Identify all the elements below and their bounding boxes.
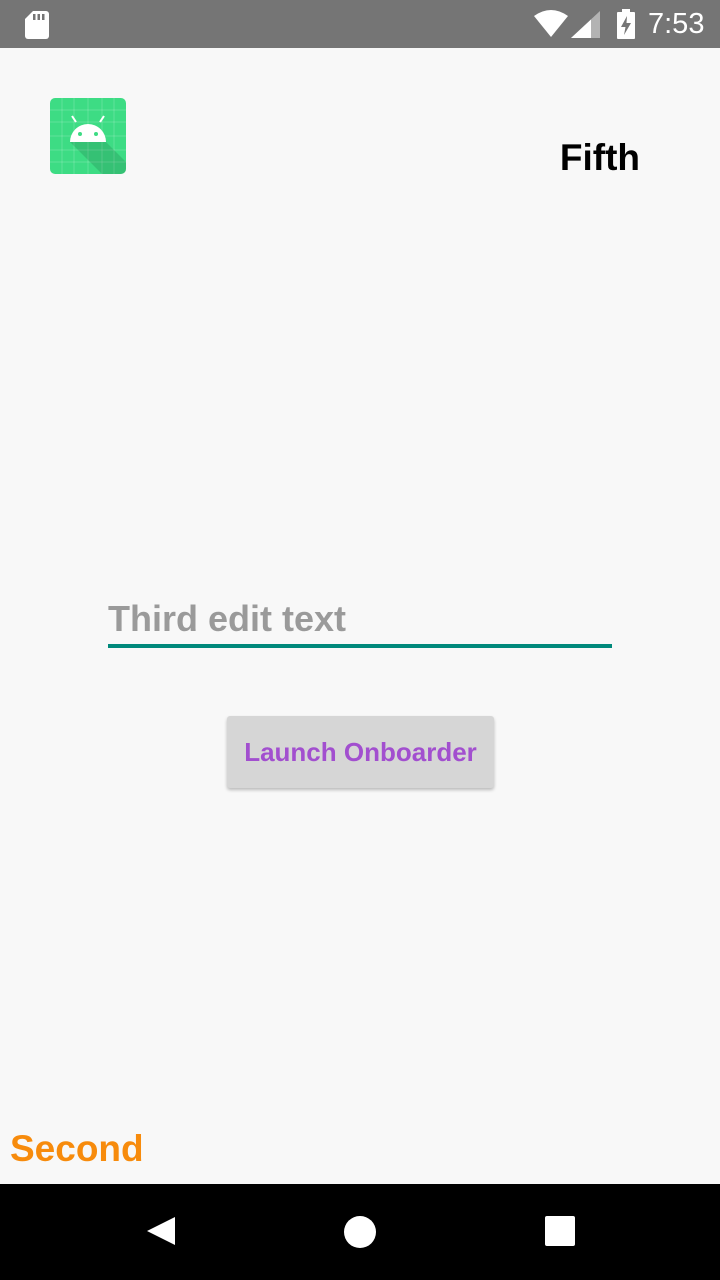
home-icon[interactable]: [343, 1215, 377, 1254]
android-app-icon[interactable]: [50, 98, 126, 174]
battery-charging-icon: [616, 9, 636, 44]
launch-onboarder-button[interactable]: Launch Onboarder: [227, 716, 494, 788]
third-edit-text-field[interactable]: [108, 594, 612, 648]
sd-card-icon: [25, 11, 49, 44]
launch-onboarder-label: Launch Onboarder: [244, 736, 477, 767]
fifth-label: Fifth: [559, 137, 640, 178]
second-label: Second: [10, 1128, 144, 1169]
status-clock: 7:53: [648, 8, 705, 40]
back-icon[interactable]: [145, 1215, 177, 1252]
wifi-icon: [534, 10, 568, 43]
signal-icon: [571, 11, 601, 44]
recents-icon[interactable]: [545, 1216, 575, 1251]
status-bar: 7:53: [0, 0, 720, 48]
